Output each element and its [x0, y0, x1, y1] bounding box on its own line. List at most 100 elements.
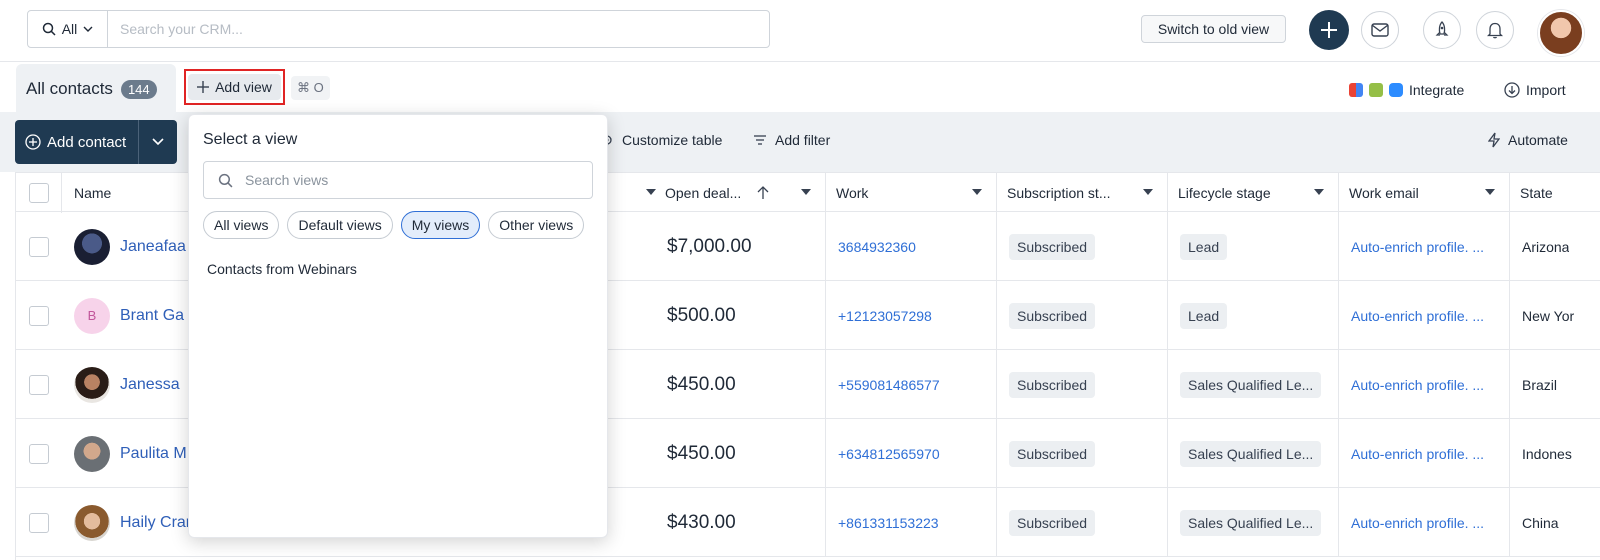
add-contact-menu-toggle[interactable] — [139, 120, 177, 164]
work-email-cell: Auto-enrich profile. ... — [1339, 350, 1510, 419]
dropdown-title: Select a view — [203, 131, 298, 148]
select-all-checkbox[interactable] — [29, 183, 49, 203]
subscription-cell: Subscribed — [997, 281, 1168, 350]
work-email-cell: Auto-enrich profile. ... — [1339, 281, 1510, 350]
contact-name-link[interactable]: Janessa — [120, 376, 180, 394]
auto-enrich-link[interactable]: Auto-enrich profile. ... — [1351, 446, 1484, 462]
gmail-icon — [1349, 83, 1363, 97]
work-phone-cell: +861331153223 — [826, 488, 997, 557]
view-search-box — [203, 161, 593, 199]
row-checkbox[interactable] — [29, 374, 49, 395]
work-phone-cell: +12123057298 — [826, 281, 997, 350]
column-header-open-deals[interactable]: Open deal... — [655, 173, 826, 213]
state-cell: China — [1510, 488, 1600, 557]
notifications-button[interactable] — [1476, 11, 1514, 49]
lifecycle-badge: Lead — [1180, 233, 1228, 260]
shopify-icon — [1369, 83, 1383, 97]
customize-table-label: Customize table — [622, 132, 723, 148]
user-avatar[interactable] — [1538, 10, 1584, 56]
integrate-button[interactable]: Integrate — [1349, 82, 1464, 98]
search-scope-dropdown[interactable]: All — [28, 11, 108, 47]
import-label: Import — [1526, 82, 1566, 98]
import-button[interactable]: Import — [1504, 82, 1566, 98]
contact-name-link[interactable]: Brant Ga — [120, 307, 184, 325]
avatar — [74, 504, 110, 541]
status-badge: Subscribed — [1009, 371, 1096, 398]
state-value: Brazil — [1522, 376, 1558, 393]
row-checkbox[interactable] — [29, 512, 49, 533]
tab-label: All contacts — [26, 79, 113, 98]
add-contact-label: Add contact — [47, 133, 127, 151]
row-checkbox-cell — [16, 212, 62, 281]
avatar — [74, 435, 110, 472]
chip-other-views[interactable]: Other views — [488, 211, 585, 239]
contact-name-link[interactable]: Janeafaa — [120, 238, 186, 256]
row-checkbox[interactable] — [29, 236, 49, 257]
auto-enrich-link[interactable]: Auto-enrich profile. ... — [1351, 377, 1484, 393]
open-deals-cell: $450.00 — [655, 419, 826, 488]
caret-down-icon — [1485, 189, 1495, 195]
chevron-down-icon — [83, 26, 93, 32]
zoom-icon — [1389, 83, 1403, 97]
row-checkbox-cell — [16, 350, 62, 419]
search-scope-label: All — [61, 21, 78, 37]
lifecycle-cell: Lead — [1168, 212, 1339, 281]
column-header-work[interactable]: Work — [826, 173, 997, 213]
contact-name-link[interactable]: Paulita M — [120, 445, 187, 463]
chip-default-views[interactable]: Default views — [287, 211, 393, 239]
open-deals-cell: $7,000.00 — [655, 212, 826, 281]
deal-amount: $450.00 — [667, 373, 736, 395]
phone-link[interactable]: +559081486577 — [838, 377, 940, 393]
caret-down-icon — [972, 189, 982, 195]
subscription-cell: Subscribed — [997, 350, 1168, 419]
search-input[interactable] — [108, 11, 769, 47]
view-option[interactable]: Contacts from Webinars — [207, 261, 357, 277]
column-header-lifecycle[interactable]: Lifecycle stage — [1168, 173, 1339, 213]
phone-link[interactable]: +861331153223 — [838, 515, 939, 531]
switch-old-view-button[interactable]: Switch to old view — [1141, 15, 1286, 43]
column-header-state[interactable]: State — [1510, 173, 1600, 213]
phone-link[interactable]: 3684932360 — [838, 239, 916, 255]
add-contact-button[interactable]: Add contact — [15, 120, 139, 164]
phone-link[interactable]: +12123057298 — [838, 308, 932, 324]
deal-amount: $430.00 — [667, 511, 736, 533]
avatar: B — [74, 297, 110, 334]
automate-label: Automate — [1508, 132, 1568, 148]
lifecycle-badge: Sales Qualified Le... — [1180, 371, 1322, 398]
lifecycle-cell: Sales Qualified Le... — [1168, 488, 1339, 557]
add-contact-button-group: Add contact — [15, 120, 177, 164]
rocket-button[interactable] — [1423, 11, 1461, 49]
auto-enrich-link[interactable]: Auto-enrich profile. ... — [1351, 239, 1484, 255]
phone-link[interactable]: +634812565970 — [838, 446, 940, 462]
state-cell: Indones — [1510, 419, 1600, 488]
create-new-button[interactable] — [1309, 10, 1349, 50]
column-label: Lifecycle stage — [1178, 185, 1271, 201]
column-label: Work email — [1349, 185, 1419, 201]
status-badge: Subscribed — [1009, 509, 1096, 536]
mail-button[interactable] — [1361, 11, 1399, 49]
caret-down-icon — [801, 189, 811, 195]
chip-all-views[interactable]: All views — [203, 211, 280, 239]
add-view-button[interactable]: Add view — [188, 74, 281, 100]
column-header-work-email[interactable]: Work email — [1339, 173, 1510, 213]
auto-enrich-link[interactable]: Auto-enrich profile. ... — [1351, 308, 1484, 324]
automate-button[interactable]: Automate — [1488, 132, 1568, 148]
plus-icon — [197, 81, 210, 93]
state-cell: New Yor — [1510, 281, 1600, 350]
add-filter-button[interactable]: Add filter — [753, 132, 830, 148]
view-search-input[interactable] — [245, 172, 545, 188]
column-header-subscription[interactable]: Subscription st... — [997, 173, 1168, 213]
row-checkbox[interactable] — [29, 305, 49, 326]
chip-my-views[interactable]: My views — [400, 211, 481, 239]
subscription-cell: Subscribed — [997, 212, 1168, 281]
auto-enrich-link[interactable]: Auto-enrich profile. ... — [1351, 515, 1484, 531]
search-icon — [42, 22, 56, 36]
open-deals-cell: $450.00 — [655, 350, 826, 419]
column-label: Open deal... — [665, 185, 742, 201]
row-checkbox[interactable] — [29, 443, 49, 464]
integrate-label: Integrate — [1409, 82, 1465, 98]
caret-down-icon — [1314, 189, 1324, 195]
work-phone-cell: +559081486577 — [826, 350, 997, 419]
tab-all-contacts[interactable]: All contacts 144 — [16, 64, 176, 114]
customize-table-button[interactable]: Customize table — [600, 132, 722, 148]
